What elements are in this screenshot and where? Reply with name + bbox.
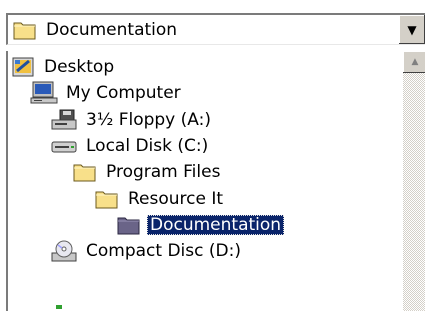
list-item-desktop[interactable]: Desktop xyxy=(12,54,114,80)
cd-drive-icon xyxy=(50,239,78,263)
list-item-label: 3½ Floppy (A:) xyxy=(86,110,211,130)
folder-icon xyxy=(12,19,38,41)
scroll-up-button[interactable]: ▲ xyxy=(403,51,425,73)
list-item-label: My Computer xyxy=(66,83,181,103)
chevron-up-icon: ▲ xyxy=(411,57,419,67)
chevron-down-icon: ▼ xyxy=(407,22,417,37)
folder-icon xyxy=(72,161,98,183)
list-item-label: Program Files xyxy=(106,162,221,182)
list-item-local-disk[interactable]: Local Disk (C:) xyxy=(50,133,208,159)
list-item-program-files[interactable]: Program Files xyxy=(72,159,220,185)
list-item-resource-it[interactable]: Resource It xyxy=(94,186,223,212)
desktop-icon xyxy=(12,56,36,78)
folder-open-selected-icon xyxy=(116,214,142,236)
list-item-documentation[interactable]: Documentation xyxy=(116,212,285,238)
vertical-scrollbar[interactable]: ▲ xyxy=(403,51,425,311)
list-item-compact-disc[interactable]: Compact Disc (D:) xyxy=(50,238,241,264)
floppy-drive-icon xyxy=(50,109,78,131)
list-item-label: Local Disk (C:) xyxy=(86,136,209,156)
list-item-label: Compact Disc (D:) xyxy=(86,241,241,261)
list-item-floppy[interactable]: 3½ Floppy (A:) xyxy=(50,107,211,133)
location-tree-list[interactable]: Desktop My Computer 3½ Floppy (A:) Local… xyxy=(6,51,425,311)
my-computer-icon xyxy=(30,81,58,105)
location-field[interactable]: Documentation xyxy=(8,15,399,44)
dropdown-button[interactable]: ▼ xyxy=(398,15,425,44)
list-item-my-computer[interactable]: My Computer xyxy=(30,80,181,106)
list-item-label: Desktop xyxy=(44,57,115,77)
location-combo[interactable]: Documentation ▼ xyxy=(6,13,425,45)
list-item-label-selected: Documentation xyxy=(147,215,285,235)
location-label: Documentation xyxy=(46,19,178,40)
list-item-partial xyxy=(54,305,72,311)
folder-icon xyxy=(94,188,120,210)
list-item-label: Resource It xyxy=(128,189,224,209)
hard-disk-icon xyxy=(50,135,78,157)
